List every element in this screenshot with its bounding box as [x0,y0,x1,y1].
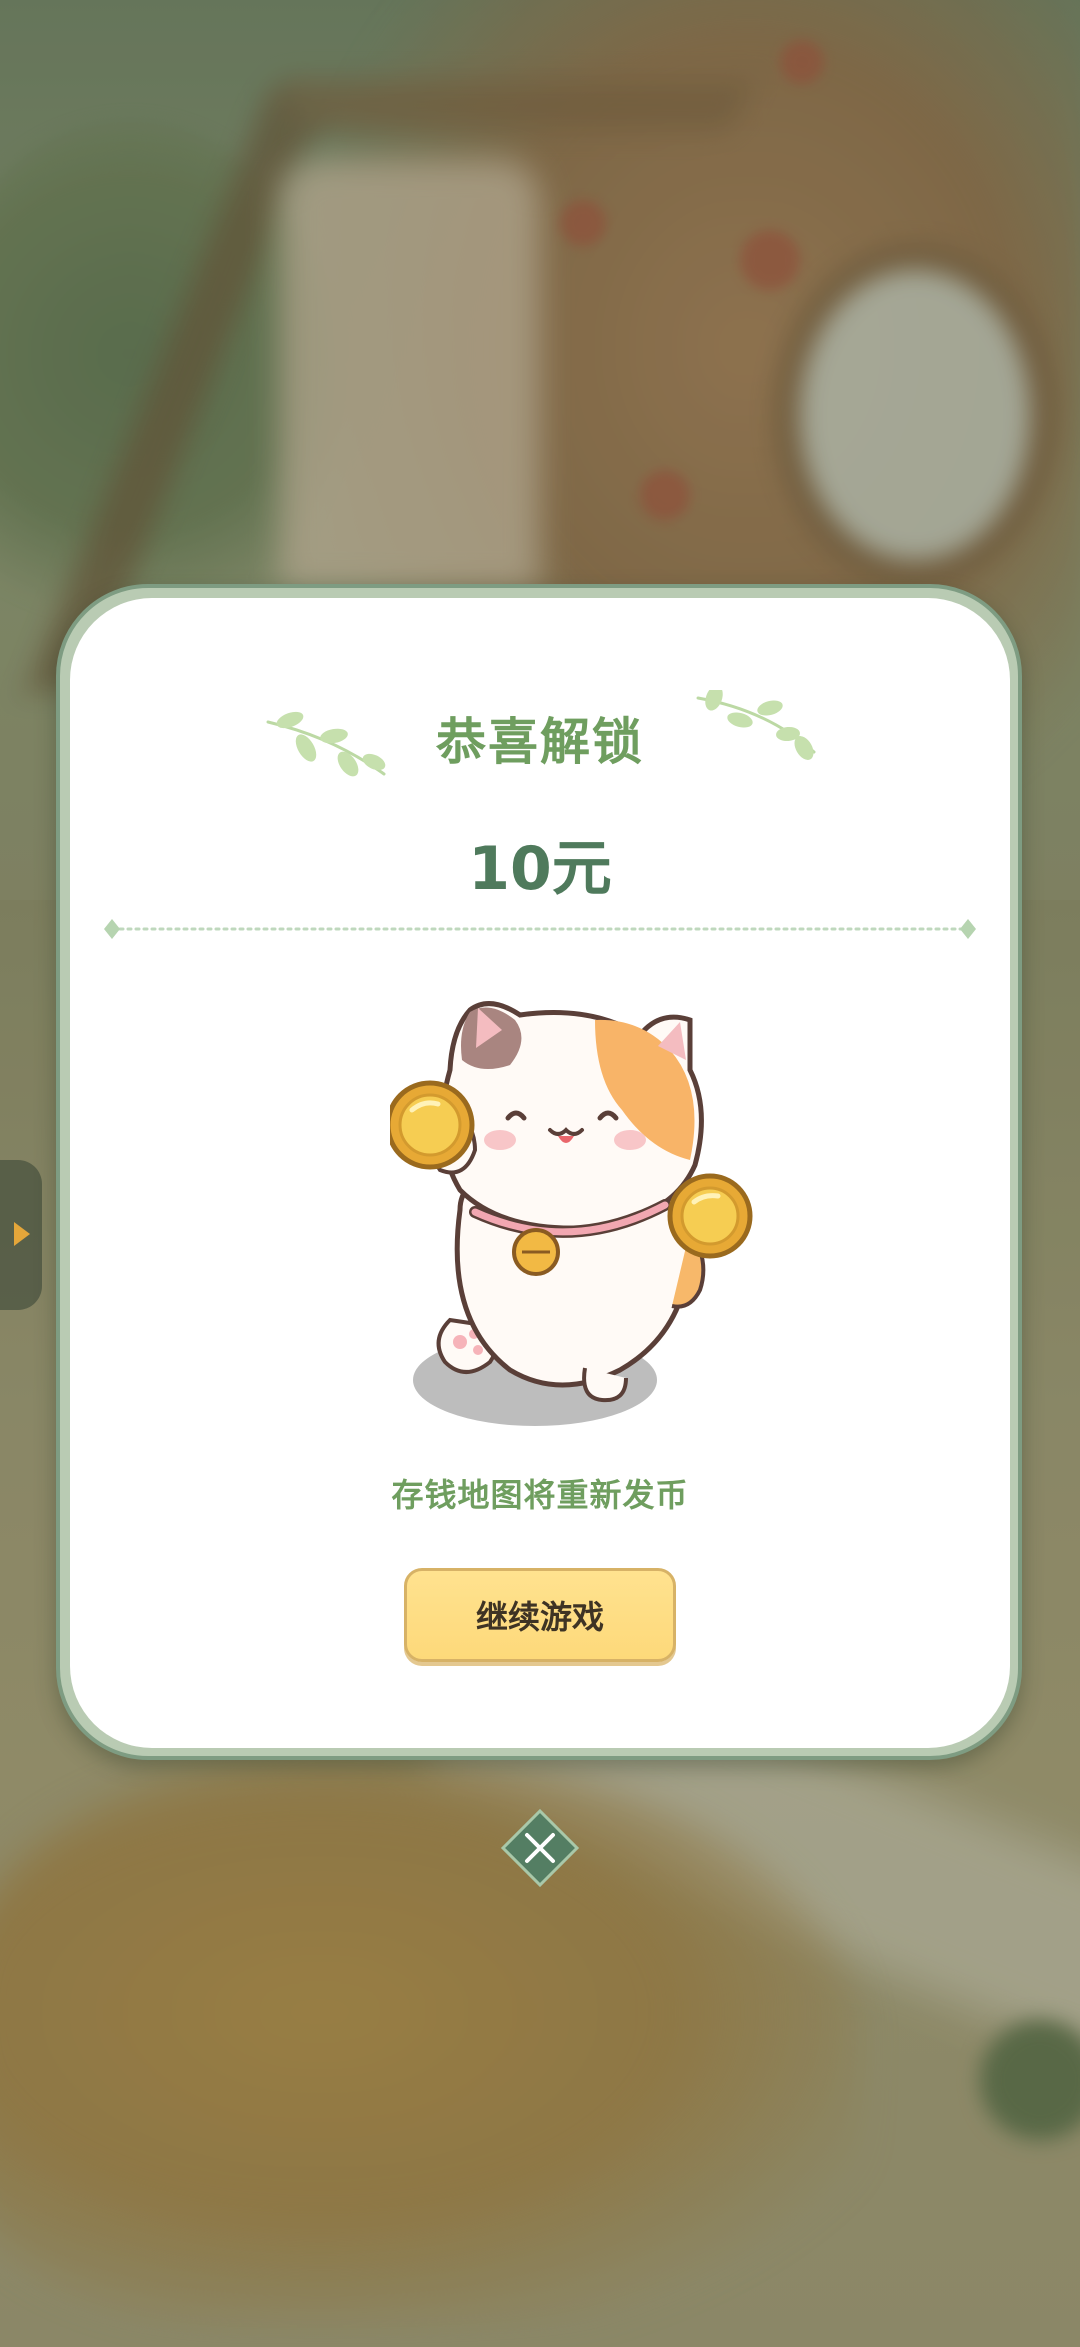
dotted-divider [104,919,976,939]
game-screen: 恭喜解锁 10元 存钱地图将重新发币 继续游戏 [0,0,1080,2347]
divider-diamond-icon [104,919,120,939]
close-x-icon[interactable] [501,1809,579,1887]
dialog-message: 存钱地图将重新发币 [391,1476,689,1514]
side-arrow-icon [14,1222,30,1246]
continue-game-button[interactable]: 继续游戏 [404,1568,676,1662]
dialog-title: 恭喜解锁 [436,713,644,771]
unlock-amount: 10元 [468,834,612,904]
lucky-cat-illustration [390,1001,753,1426]
divider-diamond-icon [960,919,976,939]
